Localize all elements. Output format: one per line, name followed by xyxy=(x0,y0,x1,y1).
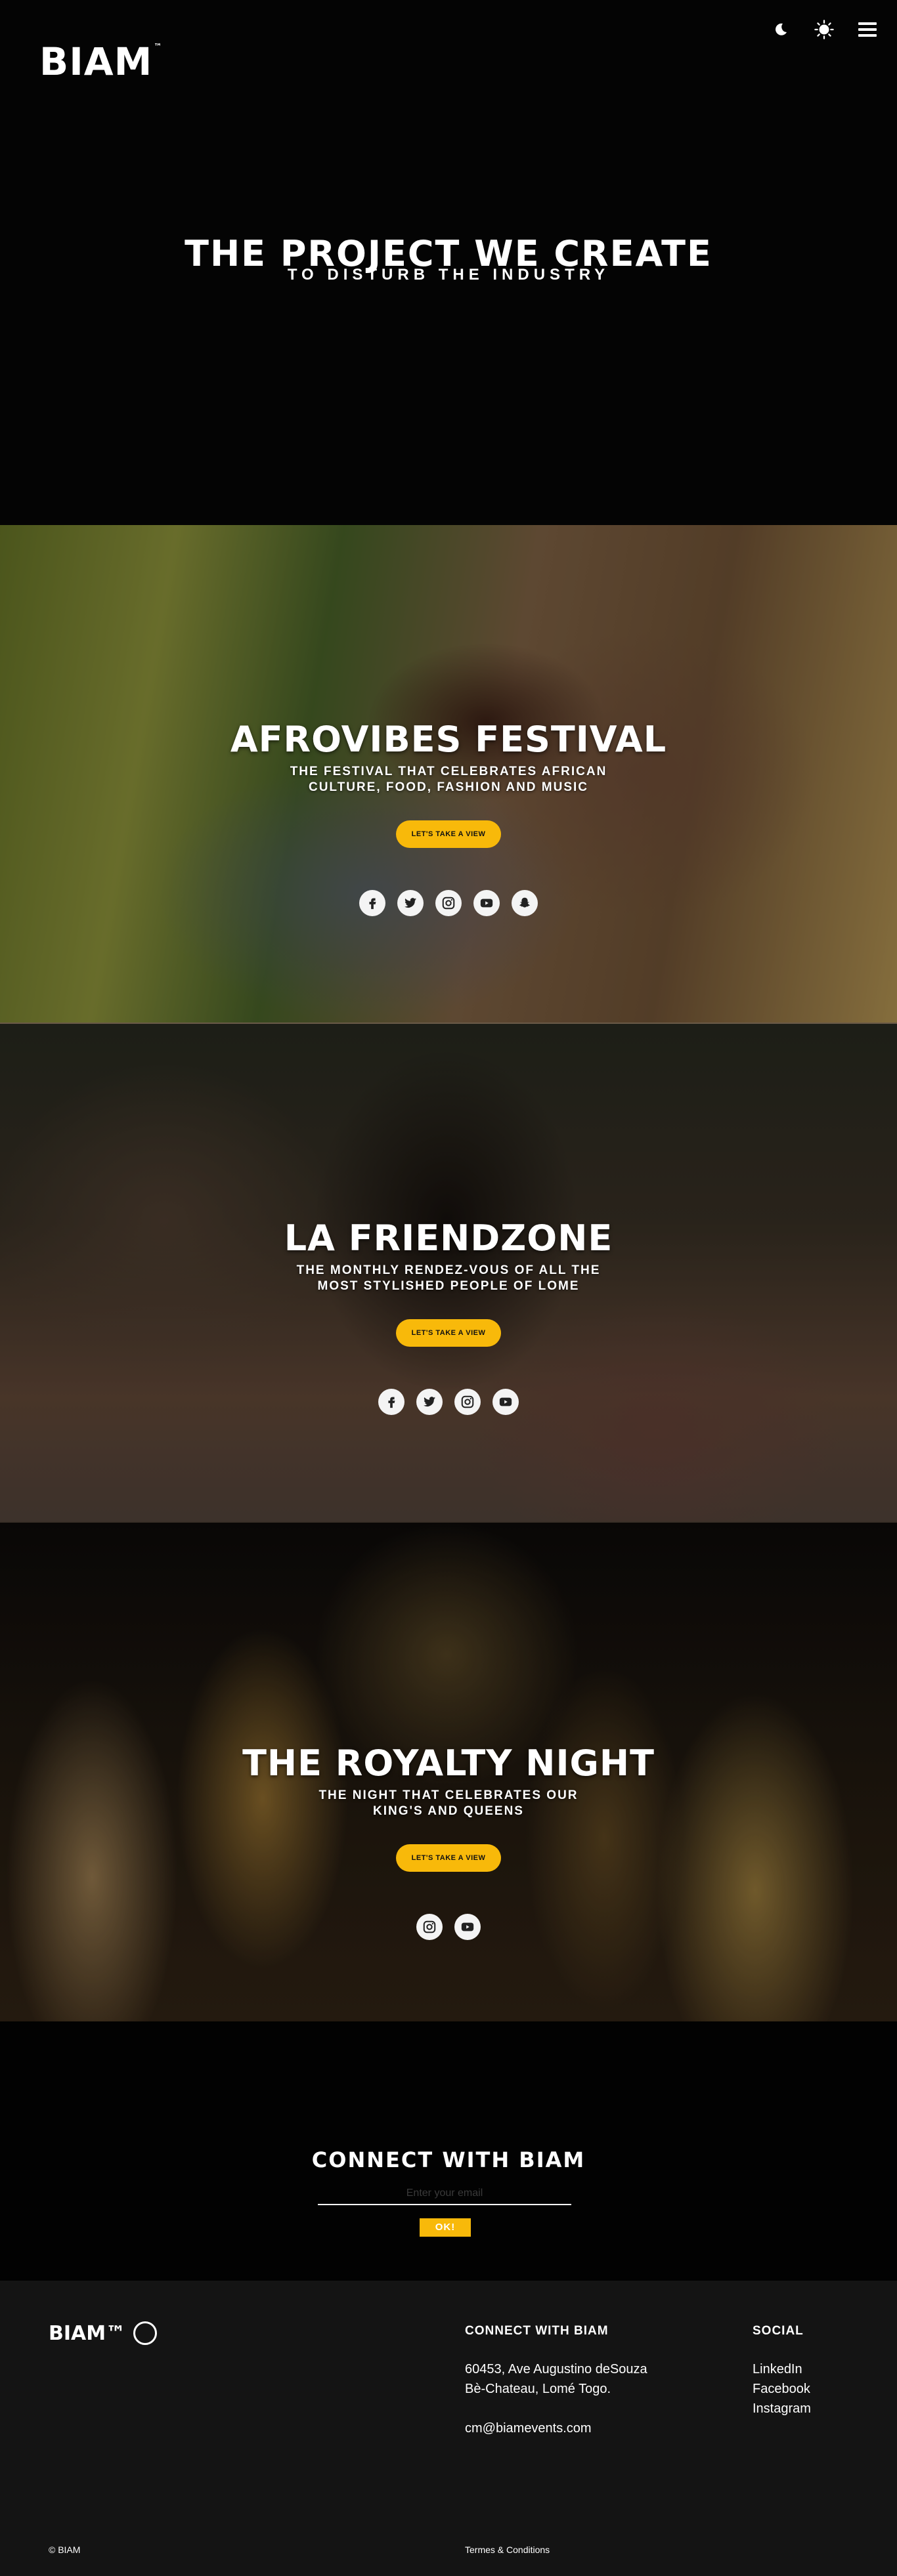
footer-social-heading: SOCIAL xyxy=(753,2324,804,2338)
hero-section: BIAM ™ THE PROJECT WE CREATE TO DISTURB T… xyxy=(0,0,897,525)
instagram-link[interactable]: Instagram xyxy=(753,2399,811,2418)
youtube-icon[interactable] xyxy=(454,1914,481,1940)
footer-connect-heading: CONNECT WITH BIAM xyxy=(465,2324,609,2338)
newsletter-section: CONNECT WITH BIAM OK! xyxy=(0,2021,897,2281)
facebook-icon[interactable] xyxy=(378,1389,405,1415)
snapchat-icon[interactable] xyxy=(512,890,538,916)
linkedin-link[interactable]: LinkedIn xyxy=(753,2359,811,2379)
footer-email[interactable]: cm@biamevents.com xyxy=(465,2418,592,2438)
event-social-links xyxy=(0,1389,897,1415)
instagram-icon[interactable] xyxy=(435,890,462,916)
youtube-icon[interactable] xyxy=(492,1389,519,1415)
view-event-button[interactable]: LET'S TAKE A VIEW xyxy=(395,1844,502,1872)
sun-icon[interactable] xyxy=(814,20,834,39)
terms-link[interactable]: Termes & Conditions xyxy=(465,2544,550,2555)
moon-icon[interactable] xyxy=(771,20,791,39)
email-input[interactable] xyxy=(318,2183,571,2205)
event-subtitle: THE FESTIVAL THAT CELEBRATES AFRICAN CUL… xyxy=(290,765,607,794)
footer-address: 60453, Ave Augustino deSouza Bè-Chateau,… xyxy=(465,2359,647,2399)
event-title: THE ROYALTY NIGHT xyxy=(242,1742,655,1784)
view-event-button[interactable]: LET'S TAKE A VIEW xyxy=(395,1319,502,1347)
instagram-icon[interactable] xyxy=(454,1389,481,1415)
facebook-icon[interactable] xyxy=(359,890,385,916)
twitter-icon[interactable] xyxy=(397,890,424,916)
newsletter-title: CONNECT WITH BIAM xyxy=(311,2147,586,2172)
copyright: © BIAM xyxy=(49,2544,81,2555)
event-royalty-night: THE ROYALTY NIGHT THE NIGHT THAT CELEBRA… xyxy=(0,1523,897,2021)
facebook-link[interactable]: Facebook xyxy=(753,2379,811,2399)
address-line: Bè-Chateau, Lomé Togo. xyxy=(465,2382,611,2396)
event-title: LA FRIENDZONE xyxy=(284,1217,613,1259)
event-content: AFROVIBES FESTIVAL THE FESTIVAL THAT CEL… xyxy=(0,719,897,916)
view-event-button[interactable]: LET'S TAKE A VIEW xyxy=(395,820,502,848)
event-content: THE ROYALTY NIGHT THE NIGHT THAT CELEBRA… xyxy=(0,1742,897,1940)
event-subtitle: THE MONTHLY RENDEZ-VOUS OF ALL THE MOST … xyxy=(296,1263,601,1293)
footer-logo[interactable]: BIAM™ xyxy=(49,2321,158,2345)
header-controls xyxy=(771,20,877,39)
footer: BIAM™ CONNECT WITH BIAM 60453, Ave Augus… xyxy=(0,2281,897,2576)
youtube-icon[interactable] xyxy=(473,890,500,916)
footer-social-links: LinkedIn Facebook Instagram xyxy=(753,2359,811,2418)
address-line: 60453, Ave Augustino deSouza xyxy=(465,2362,647,2376)
event-social-links xyxy=(0,890,897,916)
event-content: LA FRIENDZONE THE MONTHLY RENDEZ-VOUS OF… xyxy=(0,1217,897,1415)
hamburger-menu-icon[interactable] xyxy=(858,20,877,39)
event-subtitle: THE NIGHT THAT CELEBRATES OUR KING'S AND… xyxy=(318,1788,579,1818)
event-la-friendzone: LA FRIENDZONE THE MONTHLY RENDEZ-VOUS OF… xyxy=(0,1024,897,1523)
instagram-icon[interactable] xyxy=(416,1914,443,1940)
hero-subtitle: TO DISTURB THE INDUSTRY xyxy=(287,266,610,284)
event-title: AFROVIBES FESTIVAL xyxy=(230,719,667,760)
submit-email-button[interactable]: OK! xyxy=(420,2218,471,2237)
event-social-links xyxy=(0,1914,897,1940)
circle-icon xyxy=(133,2321,158,2345)
event-afrovibes: AFROVIBES FESTIVAL THE FESTIVAL THAT CEL… xyxy=(0,525,897,1024)
twitter-icon[interactable] xyxy=(416,1389,443,1415)
site-logo[interactable]: BIAM ™ xyxy=(39,39,162,84)
